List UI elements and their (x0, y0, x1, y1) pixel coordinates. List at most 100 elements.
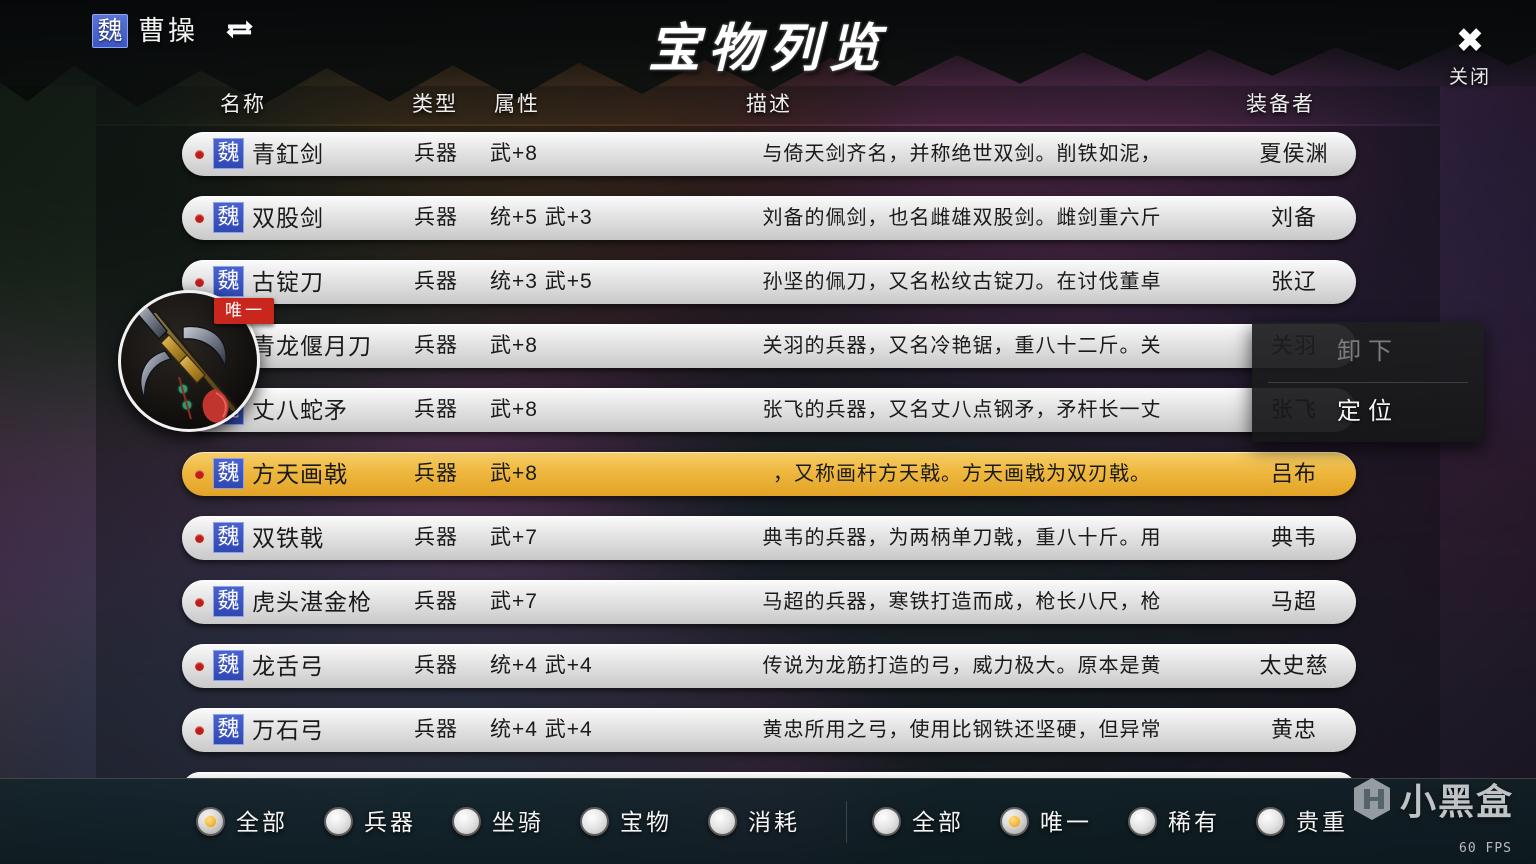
item-owner: 典韦 (1270, 525, 1317, 550)
item-type: 兵器 (414, 142, 458, 165)
item-owner: 黄忠 (1270, 717, 1317, 742)
faction-badge-icon: 魏 (213, 650, 244, 681)
item-description: 马超的兵器，寒铁打造而成，枪长八尺，枪 (762, 591, 1162, 613)
table-row[interactable]: 魏青釭剑 兵器 武+8 与倚天剑齐名，并称绝世双剑。削铁如泥， 夏侯渊 (182, 132, 1356, 176)
radio-label: 坐骑 (492, 809, 544, 835)
radio-knob-icon (196, 807, 225, 836)
radio-label: 宝物 (620, 809, 672, 835)
item-description: 传说为龙筋打造的弓，威力极大。原本是黄 (762, 655, 1162, 677)
item-name: 青釭剑 (252, 141, 324, 167)
radio-label: 消耗 (748, 809, 800, 835)
radio-knob-icon (452, 807, 481, 836)
table-column-headers: 名称 类型 属性 描述 装备者 (96, 86, 1440, 124)
footer-bar: 全部 兵器 坐骑 宝物 消耗 全部 唯一 稀有 贵重 小黑盒 60 FPS (0, 778, 1536, 864)
item-status-dot (195, 598, 204, 607)
item-description: 黄忠所用之弓，使用比钢铁还坚硬，但异常 (762, 719, 1162, 741)
item-description: ，又称画杆方天戟。方天画戟为双刃戟。 (773, 463, 1151, 485)
item-type: 兵器 (414, 270, 458, 293)
item-type: 兵器 (414, 206, 458, 229)
xiaoheihe-logo-icon (1353, 778, 1390, 820)
item-owner: 太史慈 (1259, 653, 1329, 678)
item-owner: 张辽 (1270, 269, 1317, 294)
item-attributes: 统+4 武+4 (490, 718, 593, 741)
unique-badge: 唯一 (214, 298, 274, 324)
treasure-list[interactable]: 魏青釭剑 兵器 武+8 与倚天剑齐名，并称绝世双剑。削铁如泥， 夏侯渊魏双股剑 兵器 统+5… (96, 126, 1440, 778)
item-owner: 马超 (1270, 589, 1317, 614)
radio-knob-icon (1128, 807, 1157, 836)
item-owner: 刘备 (1270, 205, 1317, 230)
item-type: 兵器 (414, 334, 458, 357)
item-status-dot (195, 150, 204, 159)
radio-knob-icon (872, 807, 901, 836)
radio-label: 兵器 (364, 809, 416, 835)
context-menu-item-locate[interactable]: 定位 (1252, 382, 1484, 442)
item-type: 兵器 (414, 590, 458, 613)
close-icon: ✖ (1455, 22, 1485, 60)
radio-label: 稀有 (1168, 809, 1220, 835)
top-bar: 魏 曹操 宝物列览 ✖ 关闭 (0, 0, 1536, 89)
fps-counter: 60 FPS (1459, 841, 1512, 856)
column-header-name: 名称 (220, 93, 266, 116)
table-row[interactable]: 魏万石弓 兵器 统+4 武+4 黄忠所用之弓，使用比钢铁还坚硬，但异常 黄忠 (182, 708, 1356, 752)
table-row[interactable]: 魏青龙偃月刀兵器武+8关羽的兵器，又名冷艳锯，重八十二斤。关关羽 (182, 324, 1356, 368)
radio-label: 唯一 (1040, 809, 1092, 835)
item-name: 万石弓 (252, 717, 324, 743)
item-description: 关羽的兵器，又名冷艳锯，重八十二斤。关 (762, 335, 1162, 357)
watermark: 小黑盒 (1352, 776, 1514, 822)
close-button-label: 关闭 (1448, 67, 1491, 88)
item-status-dot (195, 470, 204, 479)
radio-knob-icon (580, 807, 609, 836)
item-status-dot (195, 278, 204, 287)
item-description: 典韦的兵器，为两柄单刀戟，重八十斤。用 (762, 527, 1162, 549)
close-button[interactable]: ✖ 关闭 (1422, 24, 1518, 89)
table-row[interactable]: 魏龙舌弓 兵器 统+4 武+4 传说为龙筋打造的弓，威力极大。原本是黄 太史慈 (182, 644, 1356, 688)
item-context-menu[interactable]: 卸下 定位 (1252, 322, 1484, 442)
item-name: 丈八蛇矛 (252, 397, 348, 423)
item-name: 方天画戟 (252, 461, 348, 487)
item-owner: 夏侯渊 (1259, 141, 1329, 166)
item-status-dot (195, 662, 204, 671)
item-status-dot (195, 534, 204, 543)
faction-badge-icon: 魏 (213, 202, 244, 233)
item-type: 兵器 (414, 398, 458, 421)
page-title: 宝物列览 (647, 18, 888, 79)
radio-knob-icon (1000, 807, 1029, 836)
column-header-owner: 装备者 (1246, 93, 1315, 116)
table-row[interactable]: 魏双铁戟 兵器 武+7 典韦的兵器，为两柄单刀戟，重八十斤。用 典韦 (182, 516, 1356, 560)
item-owner: 吕布 (1270, 461, 1317, 486)
item-name: 青龙偃月刀 (252, 333, 372, 359)
item-attributes: 武+7 (490, 526, 538, 549)
item-description: 张飞的兵器，又名丈八点钢矛，矛杆长一丈 (762, 399, 1162, 421)
table-row[interactable]: 魏方天画戟 兵器 武+8 ，又称画杆方天戟。方天画戟为双刃戟。 吕布 (182, 452, 1356, 496)
radio-knob-icon (324, 807, 353, 836)
item-name: 龙舌弓 (252, 653, 324, 679)
table-row[interactable]: 魏虎头湛金枪 兵器 武+7 马超的兵器，寒铁打造而成，枪长八尺，枪 马超 (182, 580, 1356, 624)
item-attributes: 武+8 (490, 398, 538, 421)
item-name: 虎头湛金枪 (252, 589, 372, 615)
table-row[interactable]: 魏双股剑 兵器 统+5 武+3 刘备的佩剑，也名雌雄双股剑。雌剑重六斤 刘备 (182, 196, 1356, 240)
faction-badge-icon: 魏 (213, 586, 244, 617)
radio-knob-icon (708, 807, 737, 836)
faction-badge-icon: 魏 (213, 458, 244, 489)
item-attributes: 武+8 (490, 334, 538, 357)
radio-label: 全部 (912, 809, 964, 835)
item-type: 兵器 (414, 526, 458, 549)
column-header-attr: 属性 (494, 93, 540, 116)
item-status-dot (195, 726, 204, 735)
item-type: 兵器 (414, 718, 458, 741)
item-description: 与倚天剑齐名，并称绝世双剑。削铁如泥， (762, 143, 1162, 165)
item-description: 刘备的佩剑，也名雌雄双股剑。雌剑重六斤 (762, 207, 1162, 229)
table-row[interactable]: 魏古锭刀 兵器 统+3 武+5 孙坚的佩刀，又名松纹古锭刀。在讨伐董卓 张辽 (182, 260, 1356, 304)
item-attributes: 武+8 (490, 462, 538, 485)
radio-knob-icon (1256, 807, 1285, 836)
item-attributes: 武+8 (490, 142, 538, 165)
item-attributes: 统+4 武+4 (490, 654, 593, 677)
faction-badge-icon: 魏 (213, 714, 244, 745)
item-type: 兵器 (414, 654, 458, 677)
item-description: 孙坚的佩刀，又名松纹古锭刀。在讨伐董卓 (762, 271, 1162, 293)
item-name: 双铁戟 (252, 525, 324, 551)
table-row[interactable]: 魏丈八蛇矛兵器武+8张飞的兵器，又名丈八点钢矛，矛杆长一丈张飞 (182, 388, 1356, 432)
faction-badge-icon: 魏 (213, 138, 244, 169)
context-menu-item-unequip[interactable]: 卸下 (1252, 322, 1484, 382)
item-attributes: 武+7 (490, 590, 538, 613)
